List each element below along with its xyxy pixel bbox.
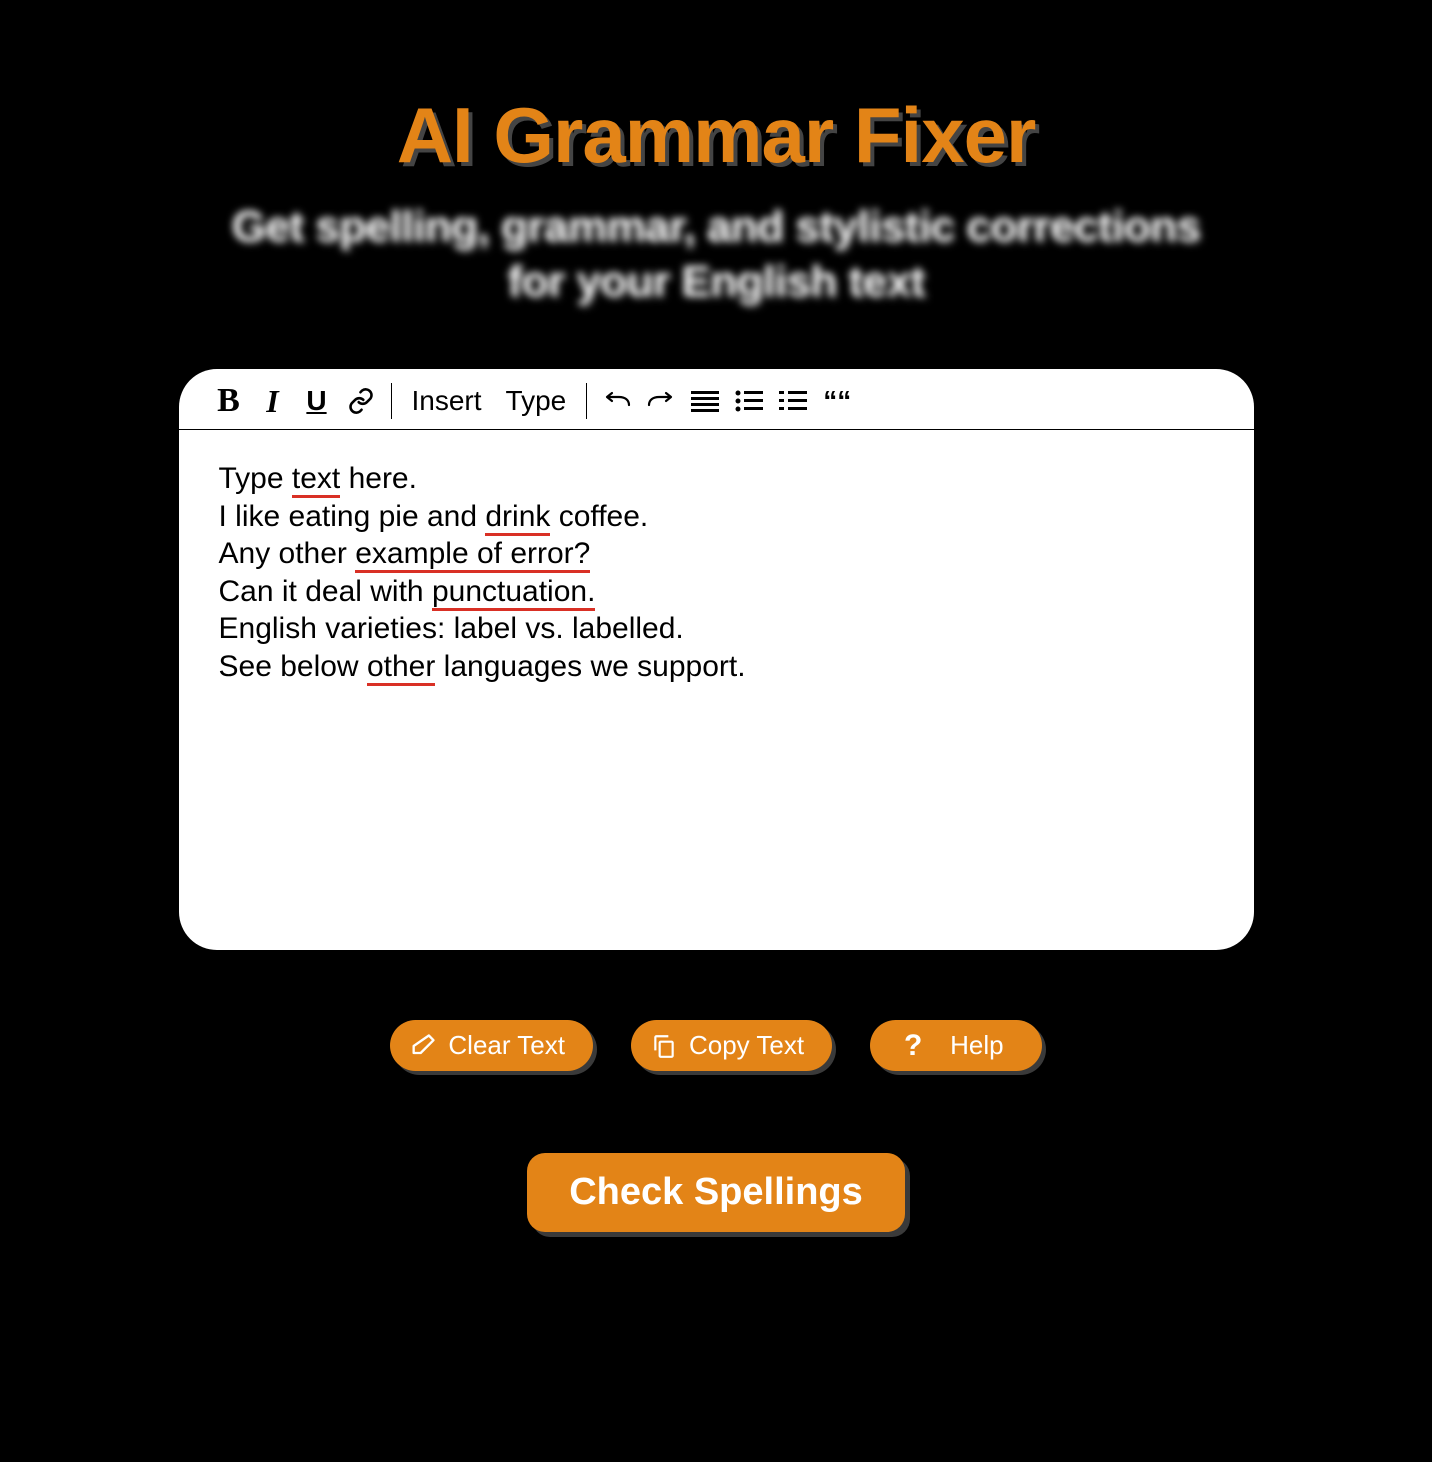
- underline-button[interactable]: U: [297, 381, 337, 421]
- quote-button[interactable]: ““: [817, 381, 857, 421]
- text-line: Type text here.: [219, 460, 1214, 498]
- page-title: AI Grammar Fixer: [397, 90, 1036, 181]
- bold-button[interactable]: B: [209, 381, 249, 421]
- redo-button[interactable]: [641, 381, 681, 421]
- text-line: See below other languages we support.: [219, 648, 1214, 686]
- align-icon: [691, 389, 719, 413]
- toolbar-divider: [586, 383, 587, 419]
- error-underline: text: [292, 462, 340, 498]
- link-icon: [347, 387, 375, 415]
- text-line: I like eating pie and drink coffee.: [219, 498, 1214, 536]
- copy-text-label: Copy Text: [689, 1030, 804, 1061]
- editor-panel: B I U Insert Type: [179, 369, 1254, 950]
- action-button-row: Clear Text Copy Text ? Help: [390, 1020, 1041, 1071]
- error-underline: drink: [485, 500, 550, 536]
- undo-button[interactable]: [597, 381, 637, 421]
- help-label: Help: [950, 1030, 1003, 1061]
- toolbar-divider: [391, 383, 392, 419]
- eraser-icon: [408, 1031, 438, 1061]
- editor-toolbar: B I U Insert Type: [179, 369, 1254, 430]
- numbered-list-icon: [779, 389, 807, 413]
- text-line: English varieties: label vs. labelled.: [219, 610, 1214, 648]
- editor-textarea[interactable]: Type text here. I like eating pie and dr…: [179, 430, 1254, 950]
- numbered-list-button[interactable]: [773, 381, 813, 421]
- question-icon: ?: [898, 1031, 928, 1061]
- bullet-list-button[interactable]: [729, 381, 769, 421]
- clear-text-button[interactable]: Clear Text: [390, 1020, 593, 1071]
- copy-text-button[interactable]: Copy Text: [631, 1020, 832, 1071]
- italic-button[interactable]: I: [253, 381, 293, 421]
- undo-icon: [602, 391, 632, 411]
- text-line: Any other example of error?: [219, 535, 1214, 573]
- insert-menu[interactable]: Insert: [402, 385, 492, 417]
- copy-icon: [649, 1031, 679, 1061]
- align-button[interactable]: [685, 381, 725, 421]
- type-menu[interactable]: Type: [496, 385, 577, 417]
- bullet-list-icon: [735, 389, 763, 413]
- error-underline: example of error?: [355, 537, 590, 573]
- check-spellings-button[interactable]: Check Spellings: [527, 1153, 905, 1232]
- page-subtitle: Get spelling, grammar, and stylistic cor…: [232, 199, 1201, 309]
- error-underline: other: [367, 650, 435, 686]
- clear-text-label: Clear Text: [448, 1030, 565, 1061]
- redo-icon: [646, 391, 676, 411]
- error-underline: punctuation.: [432, 575, 595, 611]
- link-button[interactable]: [341, 381, 381, 421]
- help-button[interactable]: ? Help: [870, 1020, 1041, 1071]
- text-line: Can it deal with punctuation.: [219, 573, 1214, 611]
